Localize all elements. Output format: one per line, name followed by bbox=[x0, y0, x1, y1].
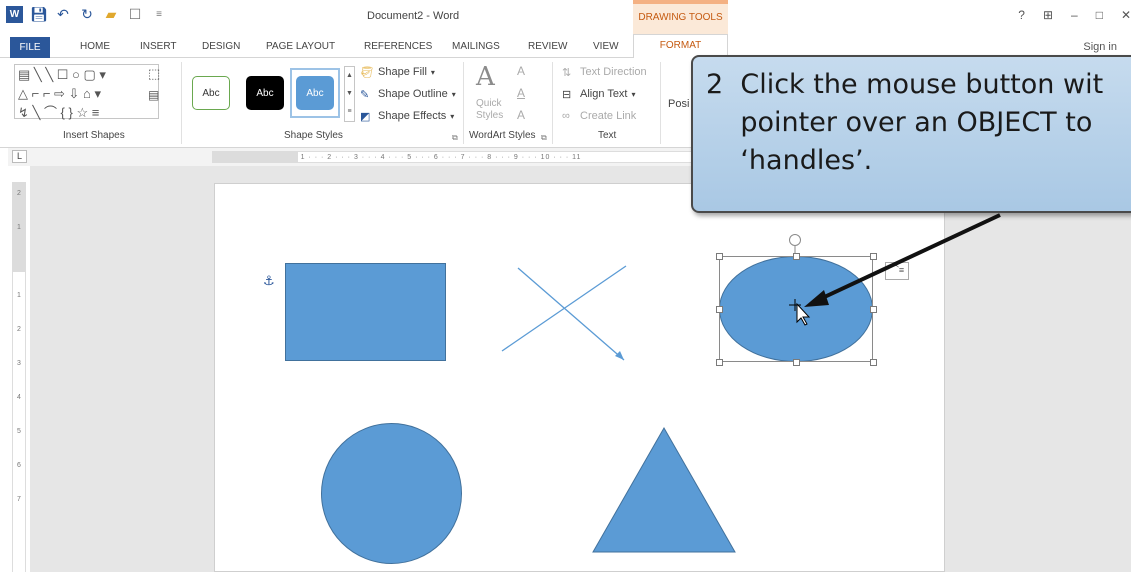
callout-pointer-overlay bbox=[789, 213, 1001, 326]
callout-pointer-line bbox=[817, 213, 1001, 302]
callout-arrowhead bbox=[804, 290, 829, 307]
move-cursor-icon bbox=[789, 299, 811, 326]
